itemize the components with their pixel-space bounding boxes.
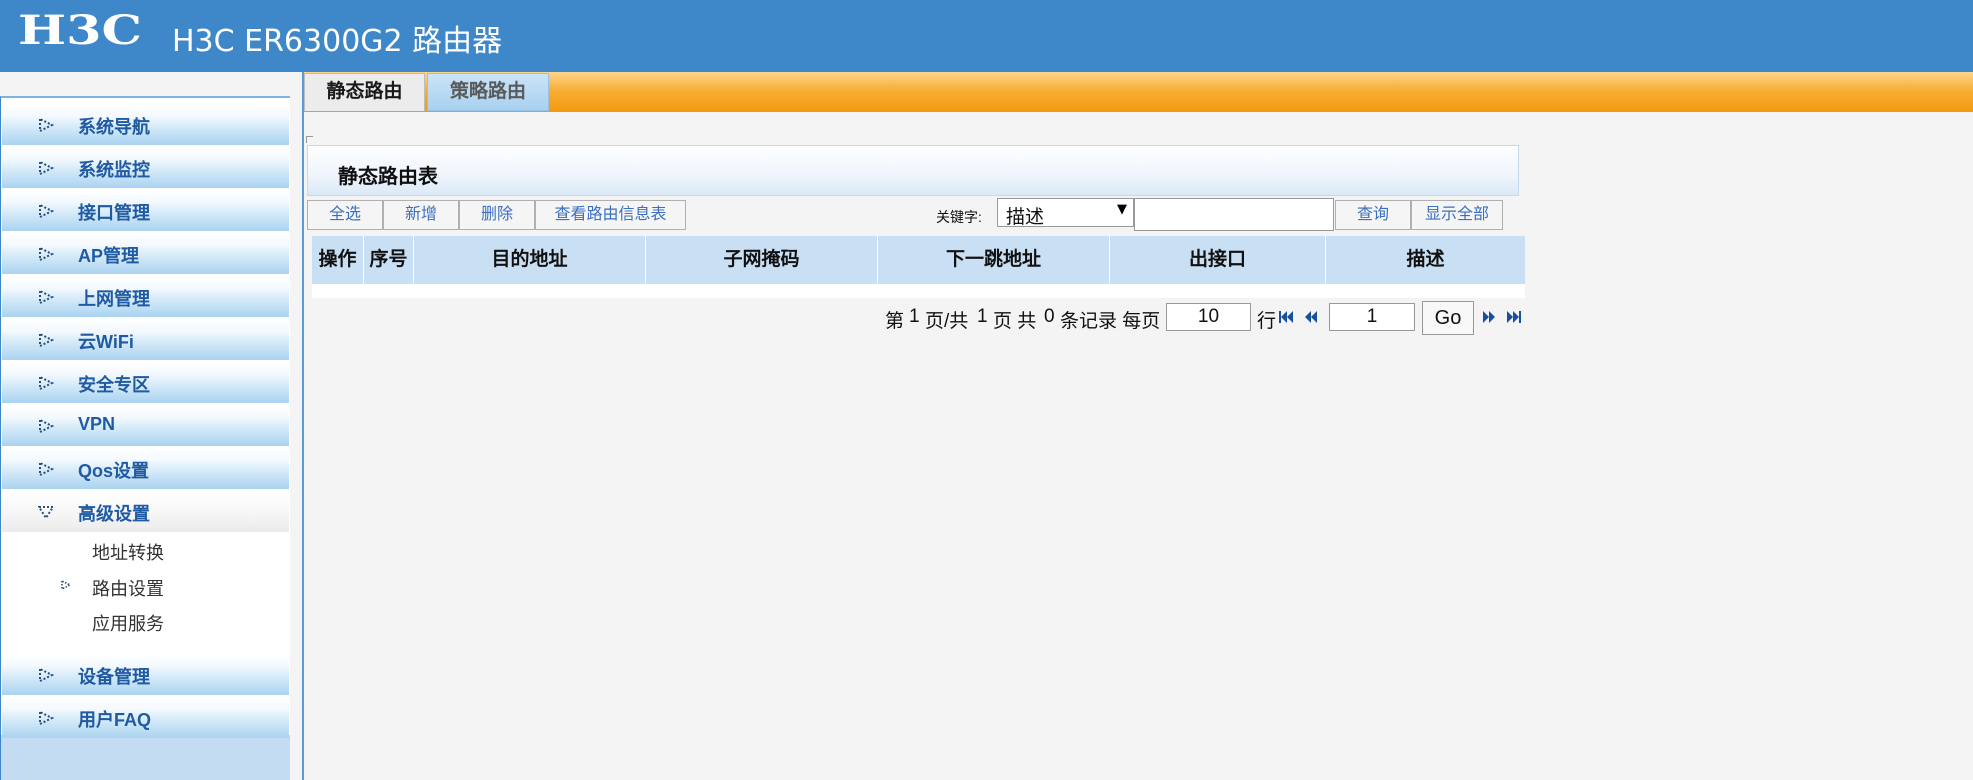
sidebar-item-qos[interactable]: Qos设置 xyxy=(2,448,289,489)
pager-mid: 页/共 xyxy=(925,311,969,332)
sidebar-subitem-app-service[interactable]: 应用服务 xyxy=(92,610,164,636)
select-all-button[interactable]: 全选 xyxy=(307,200,383,230)
column-header: 出接口 xyxy=(1110,236,1326,284)
arrow-right-icon xyxy=(39,668,54,682)
sidebar-item-label: 接口管理 xyxy=(78,203,150,223)
per-page-suffix: 行 xyxy=(1257,311,1277,332)
app-title: H3C ER6300G2 路由器 xyxy=(172,24,503,59)
sidebar-item-label: 系统导航 xyxy=(78,117,150,137)
sidebar-item-label: 云WiFi xyxy=(78,332,134,352)
column-header: 操作 xyxy=(312,236,364,284)
arrow-right-icon xyxy=(39,376,54,390)
sidebar-subitem-nat[interactable]: 地址转换 xyxy=(92,539,164,565)
h3c-logo: H3C xyxy=(18,10,142,50)
next-page-icon[interactable] xyxy=(1482,310,1496,324)
tab-static-route[interactable]: 静态路由 xyxy=(304,73,425,111)
sidebar-item-label: 高级设置 xyxy=(78,504,150,524)
column-header: 子网掩码 xyxy=(646,236,878,284)
sidebar-item-label: VPN xyxy=(78,414,116,434)
sidebar-subitem-routing[interactable]: 路由设置 xyxy=(92,575,164,601)
sidebar-item-ap[interactable]: AP管理 xyxy=(2,233,289,274)
content-divider xyxy=(302,72,304,780)
arrow-right-icon xyxy=(39,290,54,304)
arrow-right-icon xyxy=(39,247,54,261)
table-header: 操作 序号 目的地址 子网掩码 下一跳地址 出接口 描述 xyxy=(312,236,1525,284)
dropdown-arrow-icon: ▼ xyxy=(1117,202,1127,217)
prev-page-icon[interactable] xyxy=(1304,310,1318,324)
show-all-button[interactable]: 显示全部 xyxy=(1411,200,1503,230)
column-header: 描述 xyxy=(1406,249,1445,270)
last-page-icon[interactable] xyxy=(1506,310,1522,324)
pager-total-mid: 页 共 xyxy=(993,311,1037,332)
keyword-input[interactable] xyxy=(1134,198,1334,231)
first-page-icon[interactable] xyxy=(1278,310,1294,324)
sidebar-item-label: 用户FAQ xyxy=(78,710,152,730)
arrow-right-icon xyxy=(39,161,54,175)
per-page-input[interactable]: 10 xyxy=(1166,303,1251,331)
sidebar-item-interface[interactable]: 接口管理 xyxy=(2,190,289,231)
column-header: 目的地址 xyxy=(414,236,646,284)
sidebar-item-system-nav[interactable]: 系统导航 xyxy=(2,104,289,145)
arrow-right-icon xyxy=(39,333,54,347)
sidebar-item-security[interactable]: 安全专区 xyxy=(2,362,289,403)
sidebar-item-internet[interactable]: 上网管理 xyxy=(2,276,289,317)
pager-prefix: 第 xyxy=(885,311,905,332)
pager-current-page: 1 xyxy=(909,306,920,327)
view-route-info-button[interactable]: 查看路由信息表 xyxy=(535,200,686,230)
panel-header: 静态路由表 xyxy=(307,145,1519,196)
jump-page-input[interactable]: 1 xyxy=(1329,303,1415,331)
arrow-right-icon xyxy=(39,204,54,218)
sidebar-item-system-monitor[interactable]: 系统监控 xyxy=(2,147,289,188)
sidebar-item-label: 安全专区 xyxy=(78,375,150,395)
delete-button[interactable]: 删除 xyxy=(459,200,535,230)
tab-policy-route[interactable]: 策略路由 xyxy=(427,73,549,111)
go-button[interactable]: Go xyxy=(1422,301,1474,335)
sidebar-item-advanced[interactable]: 高级设置 xyxy=(2,491,289,532)
arrow-right-icon xyxy=(39,419,54,433)
query-button[interactable]: 查询 xyxy=(1335,200,1411,230)
sidebar-item-cloud-wifi[interactable]: 云WiFi xyxy=(2,319,289,360)
add-button[interactable]: 新增 xyxy=(383,200,459,230)
corner-mark xyxy=(306,136,313,143)
svg-text:H3C: H3C xyxy=(18,10,142,50)
sidebar-item-label: 设备管理 xyxy=(78,667,150,687)
top-header: H3C H3C ER6300G2 路由器 xyxy=(0,0,1973,72)
keyword-label: 关键字: xyxy=(936,209,982,225)
arrow-right-icon xyxy=(39,462,54,476)
selected-arrow-icon xyxy=(61,580,71,590)
column-header: 序号 xyxy=(364,236,414,284)
sidebar-item-label: Qos设置 xyxy=(78,461,150,481)
panel-title: 静态路由表 xyxy=(338,166,438,188)
sidebar-item-faq[interactable]: 用户FAQ xyxy=(2,697,289,738)
arrow-right-icon xyxy=(39,711,54,725)
keyword-select-value: 描述 xyxy=(1006,207,1045,228)
column-header: 下一跳地址 xyxy=(878,236,1110,284)
keyword-select[interactable]: 描述 ▼ xyxy=(997,198,1134,228)
sidebar-footer xyxy=(0,735,290,780)
sidebar-item-label: 上网管理 xyxy=(78,289,150,309)
arrow-right-icon xyxy=(39,118,54,132)
sidebar-item-label: AP管理 xyxy=(78,246,140,266)
sidebar-item-vpn[interactable]: VPN xyxy=(2,405,289,446)
pager-record-suffix: 条记录 每页 xyxy=(1060,311,1161,332)
pager-total-pages: 1 xyxy=(977,306,988,327)
table-body xyxy=(312,284,1525,298)
sidebar-item-device[interactable]: 设备管理 xyxy=(2,654,289,695)
sidebar-item-label: 系统监控 xyxy=(78,160,150,180)
pager-record-count: 0 xyxy=(1044,306,1055,327)
arrow-down-icon xyxy=(38,506,54,519)
tab-bar: 静态路由 策略路由 xyxy=(304,72,1973,112)
